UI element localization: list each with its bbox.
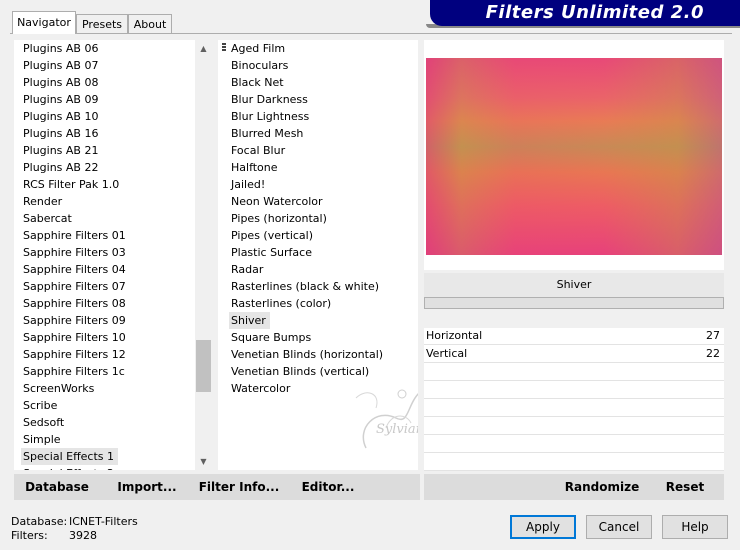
filter-item[interactable]: Square Bumps	[231, 329, 311, 346]
filter-item[interactable]: Blurred Mesh	[231, 125, 303, 142]
param-row-empty	[424, 400, 724, 417]
filter-item[interactable]: Black Net	[231, 74, 284, 91]
category-item[interactable]: Special Effects 2	[23, 465, 114, 470]
import-button[interactable]: Import...	[112, 480, 182, 494]
filter-item[interactable]: Jailed!	[231, 176, 265, 193]
param-name: Horizontal	[426, 329, 483, 342]
category-item[interactable]: Sapphire Filters 03	[23, 244, 126, 261]
category-item[interactable]: Plugins AB 21	[23, 142, 98, 159]
list-grip-icon	[222, 43, 226, 53]
filter-item[interactable]: Venetian Blinds (horizontal)	[231, 346, 383, 363]
param-row-empty	[424, 418, 724, 435]
category-item[interactable]: Render	[23, 193, 62, 210]
category-item[interactable]: Special Effects 1	[21, 448, 119, 465]
progress-bar	[424, 297, 724, 309]
param-row-vertical[interactable]: Vertical 22	[424, 346, 724, 363]
category-item[interactable]: Plugins AB 07	[23, 57, 98, 74]
param-row-empty	[424, 364, 724, 381]
tab-navigator[interactable]: Navigator	[12, 11, 76, 34]
category-item[interactable]: Plugins AB 22	[23, 159, 98, 176]
params-panel: Horizontal 27 Vertical 22	[424, 328, 724, 471]
apply-button[interactable]: Apply	[510, 515, 576, 539]
app-title: Filters Unlimited 2.0	[485, 2, 704, 23]
filter-item[interactable]: Plastic Surface	[231, 244, 312, 261]
param-row-horizontal[interactable]: Horizontal 27	[424, 328, 724, 345]
right-button-bar: Randomize Reset	[424, 474, 724, 500]
database-button[interactable]: Database	[20, 480, 94, 494]
category-item[interactable]: Sapphire Filters 08	[23, 295, 126, 312]
param-value[interactable]: 22	[706, 347, 720, 360]
category-item[interactable]: Sapphire Filters 01	[23, 227, 126, 244]
tab-presets[interactable]: Presets	[76, 14, 128, 33]
filter-item[interactable]: Blur Lightness	[231, 108, 309, 125]
filter-info-button[interactable]: Filter Info...	[194, 480, 284, 494]
tab-divider	[10, 33, 732, 34]
preview-panel	[424, 40, 724, 270]
filters-count-value: 3928	[69, 529, 97, 542]
category-scrollbar[interactable]: ▲ ▼	[195, 40, 212, 470]
category-item[interactable]: Sabercat	[23, 210, 72, 227]
filter-item[interactable]: Pipes (vertical)	[231, 227, 313, 244]
left-button-bar: Database Import... Filter Info... Editor…	[14, 474, 420, 500]
preview-image	[426, 58, 722, 255]
param-row-empty	[424, 382, 724, 399]
watermark-flourish-icon	[355, 389, 418, 449]
filter-item[interactable]: Focal Blur	[231, 142, 285, 159]
filter-item[interactable]: Blur Darkness	[231, 91, 308, 108]
category-item[interactable]: Plugins AB 16	[23, 125, 98, 142]
editor-button[interactable]: Editor...	[292, 480, 364, 494]
category-list[interactable]: Plugins AB 06 Plugins AB 07 Plugins AB 08 P…	[14, 40, 212, 470]
category-item[interactable]: ScreenWorks	[23, 380, 94, 397]
app-banner: Filters Unlimited 2.0	[430, 0, 740, 26]
param-name: Vertical	[426, 347, 468, 360]
filter-item[interactable]: Rasterlines (black & white)	[231, 278, 379, 295]
category-item[interactable]: Sapphire Filters 10	[23, 329, 126, 346]
param-value[interactable]: 27	[706, 329, 720, 342]
category-item[interactable]: Simple	[23, 431, 61, 448]
category-item[interactable]: Sapphire Filters 09	[23, 312, 126, 329]
filter-item[interactable]: Radar	[231, 261, 263, 278]
tab-about[interactable]: About	[128, 14, 172, 33]
filter-name-header: Shiver	[424, 273, 724, 297]
scroll-down-icon[interactable]: ▼	[195, 453, 212, 470]
filter-item[interactable]: Aged Film	[231, 40, 285, 57]
category-item[interactable]: Sapphire Filters 12	[23, 346, 126, 363]
category-item[interactable]: Plugins AB 08	[23, 74, 98, 91]
category-item[interactable]: Sapphire Filters 1c	[23, 363, 125, 380]
database-value: ICNET-Filters	[69, 515, 138, 528]
database-label: Database:	[11, 515, 68, 528]
category-item[interactable]: Plugins AB 09	[23, 91, 98, 108]
param-row-empty	[424, 436, 724, 453]
category-item[interactable]: Sapphire Filters 04	[23, 261, 126, 278]
randomize-button[interactable]: Randomize	[562, 480, 642, 494]
filter-list[interactable]: Aged Film Binoculars Black Net Blur Darknes…	[218, 40, 418, 470]
category-item[interactable]: RCS Filter Pak 1.0	[23, 176, 119, 193]
filter-item[interactable]: Shiver	[229, 312, 270, 329]
category-item[interactable]: Sapphire Filters 07	[23, 278, 126, 295]
filter-item[interactable]: Watercolor	[231, 380, 290, 397]
filter-item[interactable]: Pipes (horizontal)	[231, 210, 327, 227]
cancel-button[interactable]: Cancel	[586, 515, 652, 539]
help-button[interactable]: Help	[662, 515, 728, 539]
category-item[interactable]: Plugins AB 10	[23, 108, 98, 125]
scroll-up-icon[interactable]: ▲	[195, 40, 212, 57]
category-item[interactable]: Sedsoft	[23, 414, 64, 431]
filter-item[interactable]: Rasterlines (color)	[231, 295, 331, 312]
param-row-empty	[424, 454, 724, 471]
category-item[interactable]: Scribe	[23, 397, 57, 414]
watermark-text: Sylviane	[376, 422, 418, 437]
filter-item[interactable]: Halftone	[231, 159, 278, 176]
scroll-thumb[interactable]	[196, 340, 211, 392]
filters-count-label: Filters:	[11, 529, 48, 542]
category-item[interactable]: Plugins AB 06	[23, 40, 98, 57]
filter-item[interactable]: Binoculars	[231, 57, 288, 74]
filter-item[interactable]: Neon Watercolor	[231, 193, 323, 210]
reset-button[interactable]: Reset	[660, 480, 710, 494]
